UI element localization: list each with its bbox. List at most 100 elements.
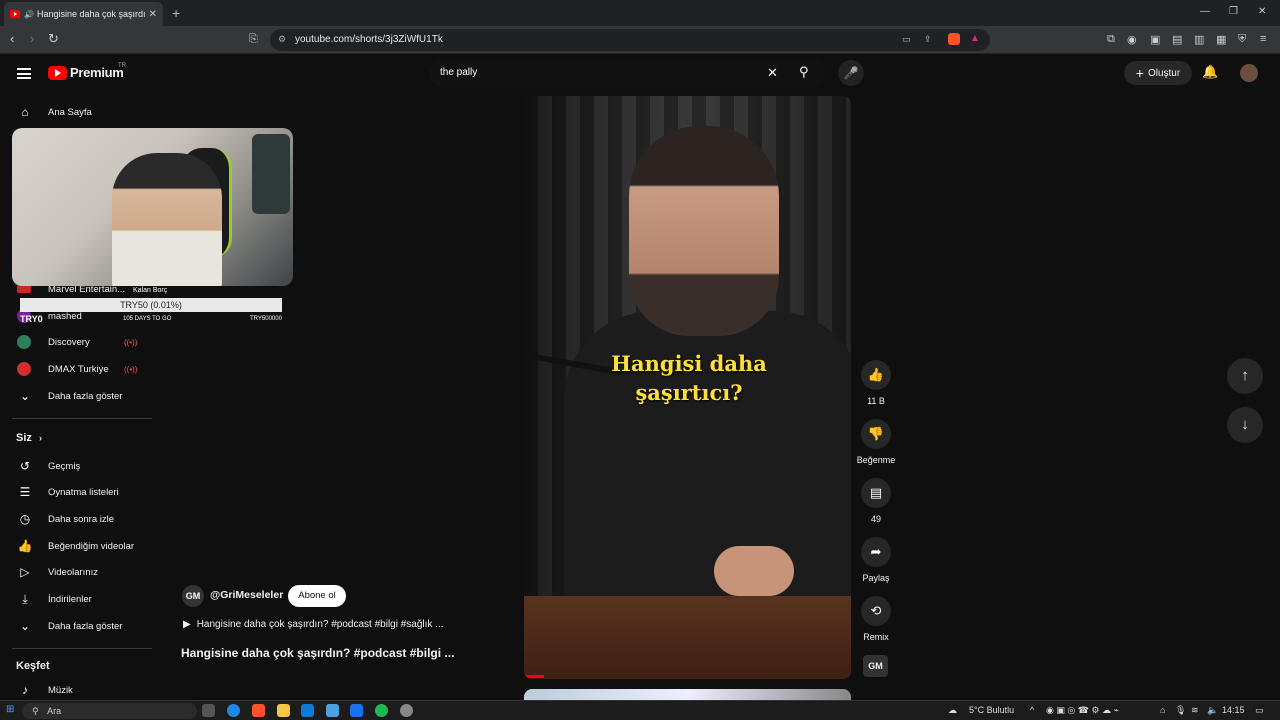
download-icon: ⤓ xyxy=(22,591,28,606)
donation-goal-amount: TRY500000 xyxy=(250,316,282,322)
store-icon[interactable] xyxy=(301,704,314,717)
sidebar-item-home[interactable]: ⌂ Ana Sayfa xyxy=(0,99,160,125)
tray-app-icons[interactable]: ◉ ▣ ◎ ☎ ⚙ ☁ ⌁ xyxy=(1046,705,1119,716)
search-box[interactable]: the pally ✕ ⚲ xyxy=(429,60,825,86)
speaker-icon[interactable]: 🔊 xyxy=(24,10,34,19)
comments-button[interactable]: ▤ 49 xyxy=(856,478,896,524)
channel-name[interactable]: @GriMeseleler xyxy=(210,589,283,601)
network-icon[interactable]: ⌂ xyxy=(1160,705,1165,715)
create-button[interactable]: + Oluştur xyxy=(1124,61,1192,85)
sidebar-item-label: Oynatma listeleri xyxy=(48,486,119,498)
browser-toolbar: ‹ › ↻ ⎘ ⚙ youtube.com/shorts/3j3ZiWfU1Tk… xyxy=(0,26,1280,54)
remix-button[interactable]: ⟲ Remix xyxy=(856,596,896,642)
youtube-premium-logo[interactable]: Premium TR xyxy=(48,63,126,80)
new-tab-button[interactable]: + xyxy=(172,5,180,21)
sidebar-sub-dmax[interactable]: DMAX Turkiye ((•)) xyxy=(0,356,160,382)
file-explorer-icon[interactable] xyxy=(277,704,290,717)
back-icon[interactable]: ‹ xyxy=(10,31,14,46)
video-icon: ▷ xyxy=(20,565,30,579)
sidebar-item-watch-later[interactable]: ◷ Daha sonra izle xyxy=(0,506,160,532)
webcam-background-poster xyxy=(252,134,290,214)
menu-icon[interactable] xyxy=(17,68,31,79)
wifi-icon[interactable]: ≋ xyxy=(1191,705,1199,716)
share-button[interactable]: ➦ Paylaş xyxy=(856,537,896,583)
sidebar-item-label: Beğendiğim videolar xyxy=(48,540,135,552)
comment-count: 49 xyxy=(870,514,881,524)
settings-icon[interactable] xyxy=(400,704,413,717)
start-icon[interactable]: ⊞ xyxy=(6,704,14,715)
share-label: Paylaş xyxy=(862,573,890,583)
channel-sound-thumbnail[interactable]: GM xyxy=(863,655,888,677)
thumbs-up-icon: 👍 xyxy=(17,539,33,553)
sidebar-sub-discovery[interactable]: Discovery ((•)) xyxy=(0,329,160,355)
windows-taskbar: ⊞ ⚲ Ara ☁ 5°C Bulutlu ^ ◉ ▣ ◎ ☎ ⚙ ☁ ⌁ ⌂ … xyxy=(0,700,1280,720)
sidebar-you-heading[interactable]: Siz › xyxy=(16,432,42,444)
subscribe-button[interactable]: Abone ol xyxy=(288,585,346,607)
clock[interactable]: 14:15 xyxy=(1222,705,1245,715)
thumbs-down-icon: 👎 xyxy=(861,419,891,449)
address-bar[interactable]: ⚙ youtube.com/shorts/3j3ZiWfU1Tk ▭ ⇪ ▲ xyxy=(270,29,990,51)
taskbar-search[interactable]: ⚲ Ara xyxy=(22,703,197,719)
spotify-icon[interactable] xyxy=(375,704,388,717)
mic-icon[interactable]: 🎙 xyxy=(1175,705,1186,716)
browser-menu-icon[interactable]: ≡ xyxy=(1260,33,1266,45)
volume-icon[interactable]: 🔈 xyxy=(1207,705,1218,716)
video-progress-bar[interactable] xyxy=(524,675,544,678)
shorts-video-player[interactable]: Hangisi daha şaşırtıcı? xyxy=(524,96,851,679)
video-title[interactable]: Hangisine daha çok şaşırdın? #podcast #b… xyxy=(181,646,454,660)
reload-icon[interactable]: ↻ xyxy=(48,31,59,47)
sidebar-show-more-subs[interactable]: ⌄ Daha fazla göster xyxy=(0,383,160,409)
minimize-icon[interactable]: — xyxy=(1200,6,1210,17)
voice-search-icon[interactable]: 🎤 xyxy=(838,60,864,86)
search-icon[interactable]: ⚲ xyxy=(799,64,809,80)
bookmark-icon[interactable]: ⎘ xyxy=(249,33,258,46)
edge-icon[interactable] xyxy=(227,704,240,717)
comment-icon: ▤ xyxy=(861,478,891,508)
search-input[interactable]: the pally xyxy=(440,67,477,78)
extension-1-icon[interactable]: ◉ xyxy=(1127,33,1137,46)
brave-rewards-icon[interactable]: ▲ xyxy=(970,33,980,44)
close-tab-icon[interactable]: ✕ xyxy=(149,9,157,20)
mail-icon[interactable] xyxy=(326,704,339,717)
extensions-icon[interactable]: ⧉ xyxy=(1107,33,1115,46)
previous-short-button[interactable]: ↑ xyxy=(1227,358,1263,394)
sidebar-item-liked[interactable]: 👍 Beğendiğim videolar xyxy=(0,533,160,559)
app-icon[interactable] xyxy=(350,704,363,717)
extension-3-icon[interactable]: ▤ xyxy=(1172,33,1182,46)
brave-icon[interactable] xyxy=(252,704,265,717)
video-person-hands xyxy=(714,546,794,596)
chevron-right-icon: › xyxy=(38,433,42,443)
next-short-button[interactable]: ↓ xyxy=(1227,407,1263,443)
vpn-shield-icon[interactable]: ⛨ xyxy=(1238,33,1246,46)
browser-tab-active[interactable]: 🔊 Hangisine daha çok şaşırdın? ✕ xyxy=(4,2,163,26)
sidebar-item-your-videos[interactable]: ▷ Videolarınız xyxy=(0,559,160,585)
weather-text[interactable]: 5°C Bulutlu xyxy=(969,705,1014,715)
channel-avatar[interactable]: GM xyxy=(182,585,204,607)
sidebar-item-downloads[interactable]: ⤓ İndirilenler xyxy=(0,586,160,612)
brave-shields-icon[interactable] xyxy=(948,33,960,45)
dislike-button[interactable]: 👎 Beğenme xyxy=(856,419,896,465)
donation-currency: TRY0 xyxy=(20,314,43,324)
site-info-icon[interactable]: ⚙ xyxy=(278,34,286,45)
wallet-icon[interactable]: ▦ xyxy=(1216,33,1226,46)
extension-2-icon[interactable]: ▣ xyxy=(1150,33,1160,46)
avatar[interactable] xyxy=(1240,64,1258,82)
share-page-icon[interactable]: ⇪ xyxy=(924,34,932,45)
notifications-icon[interactable]: 🔔 xyxy=(1202,64,1218,80)
notifications-center-icon[interactable]: ▭ xyxy=(1255,705,1264,716)
sidebar-item-label: Geçmiş xyxy=(48,460,81,472)
forward-icon[interactable]: › xyxy=(30,31,34,46)
cast-icon[interactable]: ▭ xyxy=(902,34,911,45)
sound-row[interactable]: ▶ Hangisine daha çok şaşırdın? #podcast #… xyxy=(183,619,444,630)
sidebar-item-history[interactable]: ↺ Geçmiş xyxy=(0,453,160,479)
extension-4-icon[interactable]: ▥ xyxy=(1194,33,1204,46)
sidebar-item-label: Videolarınız xyxy=(48,566,98,578)
restore-icon[interactable]: ❐ xyxy=(1229,6,1238,17)
task-view-icon[interactable] xyxy=(202,704,215,717)
sidebar-show-more-you[interactable]: ⌄ Daha fazla göster xyxy=(0,613,160,639)
sidebar-item-playlists[interactable]: ☰ Oynatma listeleri xyxy=(0,479,160,505)
clear-search-icon[interactable]: ✕ xyxy=(767,65,778,81)
tray-chevron-icon[interactable]: ^ xyxy=(1030,705,1034,715)
close-window-icon[interactable]: ✕ xyxy=(1258,6,1266,17)
like-button[interactable]: 👍 11 B xyxy=(856,360,896,406)
